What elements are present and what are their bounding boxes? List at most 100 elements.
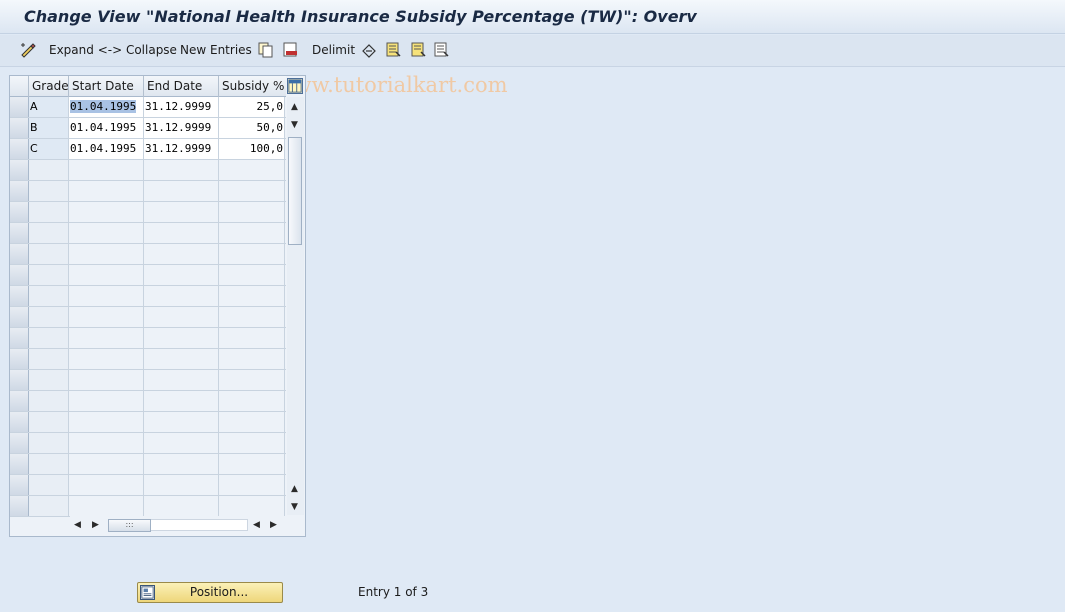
select-all-icon[interactable] xyxy=(386,42,402,58)
empty-table-row[interactable] xyxy=(10,454,286,475)
start-date-value[interactable]: 01.04.1995 xyxy=(70,100,137,113)
scroll-left-icon[interactable]: ◀ xyxy=(253,520,260,530)
start-date-cell[interactable] xyxy=(69,433,144,453)
empty-table-row[interactable] xyxy=(10,349,286,370)
end-date-cell[interactable]: 31.12.9999 xyxy=(144,139,219,159)
column-header-grade[interactable]: Grade xyxy=(29,76,69,97)
subsidy-cell[interactable]: 50,0 xyxy=(219,118,285,138)
grade-cell[interactable] xyxy=(29,370,69,390)
empty-table-row[interactable] xyxy=(10,328,286,349)
grade-cell[interactable] xyxy=(29,286,69,306)
grade-cell[interactable] xyxy=(29,433,69,453)
subsidy-cell[interactable] xyxy=(219,202,285,222)
row-selector[interactable] xyxy=(10,496,29,516)
grade-cell[interactable] xyxy=(29,328,69,348)
empty-table-row[interactable] xyxy=(10,265,286,286)
subsidy-cell[interactable]: 100,0 xyxy=(219,139,285,159)
row-selector[interactable] xyxy=(10,307,29,327)
column-header-end-date[interactable]: End Date xyxy=(144,76,219,97)
copy-as-icon[interactable] xyxy=(258,42,274,58)
end-date-cell[interactable] xyxy=(144,265,219,285)
row-selector[interactable] xyxy=(10,370,29,390)
row-selector[interactable] xyxy=(10,223,29,243)
subsidy-cell[interactable] xyxy=(219,433,285,453)
start-date-cell[interactable] xyxy=(69,223,144,243)
end-date-cell[interactable] xyxy=(144,496,219,516)
row-selector[interactable] xyxy=(10,118,29,138)
grade-cell[interactable] xyxy=(29,391,69,411)
subsidy-cell[interactable] xyxy=(219,370,285,390)
column-header-subsidy[interactable]: Subsidy % xyxy=(219,76,286,97)
grade-cell[interactable] xyxy=(29,349,69,369)
row-selector[interactable] xyxy=(10,181,29,201)
undo-change-icon[interactable] xyxy=(361,42,377,58)
start-date-cell[interactable] xyxy=(69,370,144,390)
display-change-icon[interactable] xyxy=(20,42,36,58)
table-row[interactable]: A 01.04.1995 31.12.9999 25,0 xyxy=(10,97,286,118)
end-date-cell[interactable] xyxy=(144,370,219,390)
row-selector[interactable] xyxy=(10,349,29,369)
empty-table-row[interactable] xyxy=(10,244,286,265)
end-date-cell[interactable] xyxy=(144,391,219,411)
empty-table-row[interactable] xyxy=(10,370,286,391)
start-date-cell[interactable] xyxy=(69,202,144,222)
end-date-cell[interactable]: 31.12.9999 xyxy=(144,118,219,138)
row-selector[interactable] xyxy=(10,454,29,474)
empty-table-row[interactable] xyxy=(10,160,286,181)
start-date-cell[interactable] xyxy=(69,328,144,348)
empty-table-row[interactable] xyxy=(10,307,286,328)
start-date-cell[interactable] xyxy=(69,265,144,285)
row-selector[interactable] xyxy=(10,202,29,222)
empty-table-row[interactable] xyxy=(10,202,286,223)
vertical-scrollbar[interactable]: ▲ ▼ ▲ ▼ xyxy=(287,97,304,515)
end-date-cell[interactable] xyxy=(144,412,219,432)
subsidy-cell[interactable] xyxy=(219,265,285,285)
start-date-cell[interactable]: 01.04.1995 xyxy=(69,118,144,138)
position-button[interactable]: Position... xyxy=(137,582,283,603)
start-date-cell[interactable] xyxy=(69,349,144,369)
end-date-cell[interactable] xyxy=(144,454,219,474)
empty-table-row[interactable] xyxy=(10,475,286,496)
end-date-cell[interactable]: 31.12.9999 xyxy=(144,97,219,117)
start-date-cell[interactable] xyxy=(69,181,144,201)
empty-table-row[interactable] xyxy=(10,391,286,412)
subsidy-cell[interactable] xyxy=(219,454,285,474)
select-block-icon[interactable] xyxy=(411,42,427,58)
row-selector[interactable] xyxy=(10,265,29,285)
empty-table-row[interactable] xyxy=(10,496,286,517)
subsidy-cell[interactable] xyxy=(219,391,285,411)
grade-cell[interactable] xyxy=(29,181,69,201)
grade-cell[interactable] xyxy=(29,496,69,516)
subsidy-cell[interactable] xyxy=(219,181,285,201)
table-settings-icon[interactable] xyxy=(287,78,303,94)
subsidy-cell[interactable] xyxy=(219,475,285,495)
subsidy-cell[interactable] xyxy=(219,160,285,180)
grade-cell[interactable] xyxy=(29,223,69,243)
subsidy-cell[interactable] xyxy=(219,286,285,306)
end-date-cell[interactable] xyxy=(144,160,219,180)
row-selector[interactable] xyxy=(10,97,29,117)
grade-cell[interactable] xyxy=(29,307,69,327)
empty-table-row[interactable] xyxy=(10,286,286,307)
end-date-cell[interactable] xyxy=(144,433,219,453)
delimit-button[interactable]: Delimit xyxy=(312,43,355,57)
empty-table-row[interactable] xyxy=(10,412,286,433)
column-header-start-date[interactable]: Start Date xyxy=(69,76,144,97)
grade-cell[interactable] xyxy=(29,475,69,495)
empty-table-row[interactable] xyxy=(10,433,286,454)
start-date-cell[interactable] xyxy=(69,412,144,432)
scroll-down-icon[interactable]: ▼ xyxy=(291,502,298,512)
end-date-cell[interactable] xyxy=(144,223,219,243)
grade-cell[interactable] xyxy=(29,412,69,432)
start-date-cell[interactable] xyxy=(69,454,144,474)
empty-table-row[interactable] xyxy=(10,223,286,244)
end-date-cell[interactable] xyxy=(144,307,219,327)
start-date-cell[interactable]: 01.04.1995 xyxy=(69,97,144,117)
row-selector[interactable] xyxy=(10,475,29,495)
subsidy-cell[interactable] xyxy=(219,307,285,327)
new-entries-button[interactable]: New Entries xyxy=(180,43,252,57)
subsidy-cell[interactable] xyxy=(219,244,285,264)
row-selector[interactable] xyxy=(10,244,29,264)
end-date-cell[interactable] xyxy=(144,202,219,222)
scroll-right-icon[interactable]: ▶ xyxy=(270,520,277,530)
